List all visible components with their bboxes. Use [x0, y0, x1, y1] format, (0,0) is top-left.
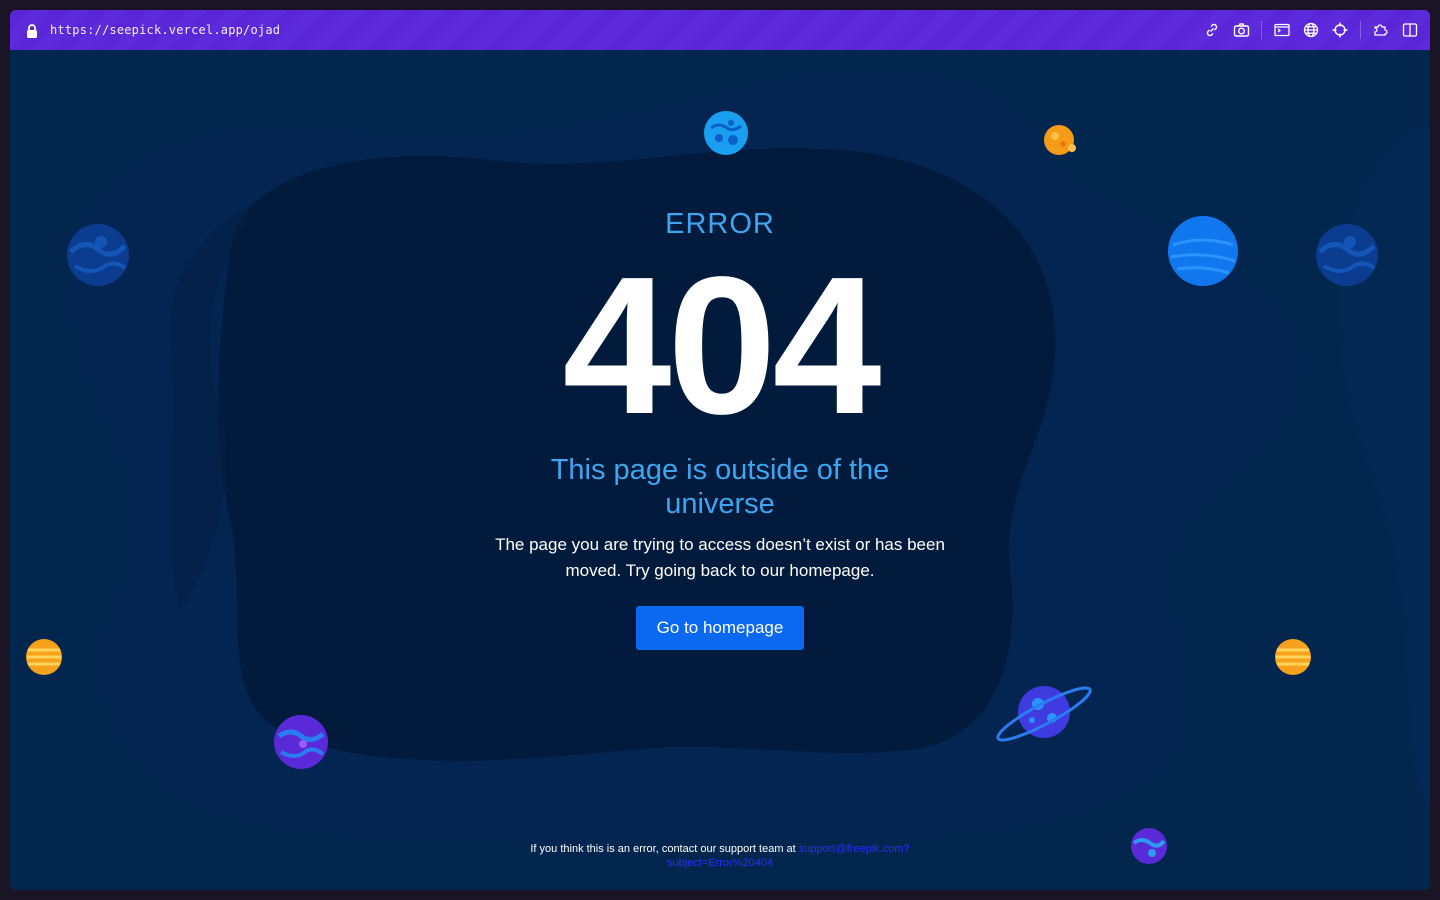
support-footer: If you think this is an error, contact o… — [510, 842, 930, 870]
error-content: ERROR 404 This page is outside of the un… — [10, 50, 1430, 890]
extension-icon[interactable] — [1371, 20, 1391, 40]
lock-icon — [26, 23, 38, 38]
address-bar: https://seepick.vercel.app/ojad — [10, 10, 1430, 50]
error-description: The page you are trying to access doesn’… — [495, 535, 945, 580]
toolbar-icons — [1193, 10, 1420, 50]
link-icon[interactable] — [1202, 20, 1222, 40]
toolbar-divider — [1360, 21, 1361, 39]
terminal-icon[interactable] — [1272, 20, 1292, 40]
camera-icon[interactable] — [1231, 20, 1251, 40]
error-headline: This page is outside of the universe — [550, 454, 890, 520]
browser-window: https://seepick.vercel.app/ojad ERROR 40… — [10, 10, 1430, 890]
toolbar-divider — [1261, 21, 1262, 39]
footer-text: If you think this is an error, contact o… — [530, 843, 799, 855]
error-code: 404 — [562, 236, 881, 455]
globe-icon[interactable] — [1301, 20, 1321, 40]
url-text[interactable]: https://seepick.vercel.app/ojad — [50, 23, 280, 37]
crosshair-icon[interactable] — [1330, 20, 1350, 40]
go-to-homepage-button[interactable]: Go to homepage — [636, 606, 804, 650]
page-body: ERROR 404 This page is outside of the un… — [10, 50, 1430, 890]
sidebar-icon[interactable] — [1400, 20, 1420, 40]
